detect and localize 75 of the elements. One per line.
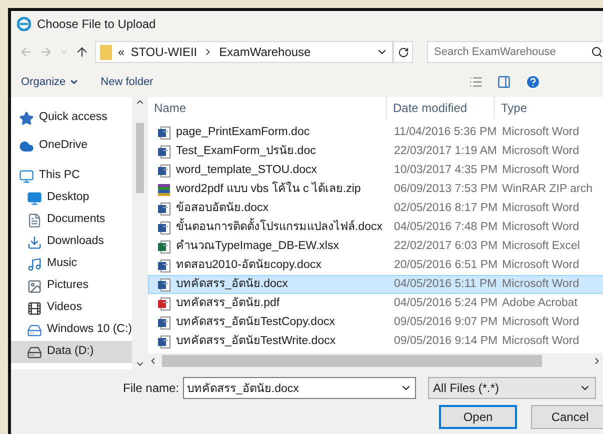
file-row[interactable]: Test_ExamForm_ปรนัย.doc 22/03/2017 1:19 AM Microsoft Word — [148, 142, 603, 161]
file-row[interactable]: ขั้นตอนการติดตั้งโปรแกรมแปลงไฟล์.docx 04/05/2016 7:48 PM Microsoft Word — [148, 218, 603, 237]
breadcrumb[interactable]: ExamWarehouse — [219, 43, 311, 61]
file-row[interactable]: บทคัดสรร_อัตนัย.docx 04/05/2016 5:11 PM Microsoft Word — [148, 275, 603, 294]
address-bar[interactable]: « STOU-WIEII ExamWarehouse — [95, 41, 393, 63]
type-cell-text: Microsoft Word — [501, 220, 580, 235]
file-row[interactable]: บทคัดสรร_อัตนัยTestWrite.docx 09/05/2016 9:14 PM Microsoft Word — [148, 332, 603, 351]
sidebar-item[interactable]: Downloads — [11, 231, 132, 253]
file-type-select[interactable]: All Files (*.*) — [428, 377, 596, 399]
file-row[interactable]: บทคัดสรร_อัตนัยTestCopy.docx 09/05/2016 9:07 PM Microsoft Word — [148, 313, 603, 332]
date-cell-text: 10/03/2017 4:35 PM — [393, 162, 496, 178]
dialog-button[interactable]: Cancel — [531, 405, 603, 429]
file-name: บทคัดสรร_อัตนัยTestWrite.docx — [176, 334, 336, 349]
path-overflow[interactable]: « — [118, 43, 125, 61]
sidebar-item[interactable]: Quick access — [11, 107, 132, 129]
file-name-field[interactable]: บทคัดสรร_อัตนัย.docx — [183, 377, 416, 399]
date-cell-text: 11/04/2016 5:36 PM — [393, 124, 496, 140]
type-cell-text: Microsoft Word — [501, 144, 580, 159]
sidebar-item[interactable]: Desktop — [11, 187, 132, 209]
file-row[interactable]: ทดสอบ2010-อัตนัยcopy.docx 20/05/2016 6:51 PM Microsoft Word — [148, 256, 603, 275]
type-cell-text: Microsoft Word — [501, 162, 580, 178]
sidebar-item[interactable]: Documents — [11, 209, 132, 231]
type-cell-text: Microsoft Word — [501, 124, 580, 140]
type-cell-text: Microsoft Word — [501, 258, 580, 273]
file-name: word_template_STOU.docx — [176, 162, 318, 178]
file-row[interactable]: word_template_STOU.docx 10/03/2017 4:35 PM Microsoft Word — [148, 161, 603, 180]
date-cell-text: 09/05/2016 9:07 PM — [393, 314, 496, 330]
file-name: word2pdf แบบ vbs โค้ใน c ได้เลย.zip — [176, 180, 361, 197]
new-folder-button[interactable]: New folder — [100, 74, 154, 90]
dialog-button[interactable]: Open — [439, 405, 517, 429]
file-row[interactable]: page_PrintExamForm.doc 11/04/2016 5:36 PM Microsoft Word — [148, 123, 603, 142]
sidebar-item[interactable]: Pictures — [11, 275, 132, 297]
file-row[interactable]: บทคัดสรร_อัตนัย.pdf 04/05/2016 5:24 PM Adobe Acrobat — [148, 294, 603, 313]
file-name: Test_ExamForm_ปรนัย.doc — [176, 144, 316, 159]
date-cell-text: 04/05/2016 5:24 PM — [393, 296, 496, 311]
file-row[interactable]: ข้อสอบอัตนัย.docx 02/05/2016 8:17 PM Microsoft Word — [148, 199, 603, 218]
type-cell-text: Microsoft Excel — [501, 238, 580, 254]
column-header[interactable]: Name — [148, 97, 387, 119]
type-cell-text: Adobe Acrobat — [501, 296, 578, 311]
sidebar-item[interactable]: Music — [11, 253, 132, 275]
organize-menu[interactable]: Organize — [21, 74, 79, 90]
file-name: ทดสอบ2010-อัตนัยcopy.docx — [176, 258, 322, 273]
file-name: คำนวณTypeImage_DB-EW.xlsx — [176, 238, 339, 254]
sidebar-item[interactable]: Videos — [11, 297, 132, 319]
sidebar-item[interactable]: OneDrive — [11, 135, 132, 157]
file-name: บทคัดสรร_อัตนัย.docx — [176, 276, 288, 292]
date-cell-text: 20/05/2016 6:51 PM — [393, 258, 496, 273]
date-cell-text: 06/09/2013 7:53 PM — [393, 182, 496, 197]
sidebar-item[interactable]: This PC — [11, 165, 132, 187]
file-row[interactable]: word2pdf แบบ vbs โค้ใน c ได้เลย.zip 06/09/2013 7:53 PM WinRAR ZIP arch — [148, 180, 603, 199]
type-cell-text: Microsoft Word — [501, 276, 580, 292]
file-name: page_PrintExamForm.doc — [176, 124, 310, 140]
column-header[interactable]: Date modified — [387, 97, 495, 119]
file-row[interactable]: คำนวณTypeImage_DB-EW.xlsx 22/02/2017 6:03 PM Microsoft Excel — [148, 237, 603, 256]
window-title: Choose File to Upload — [37, 16, 156, 33]
search-field[interactable]: Search ExamWarehouse — [427, 41, 603, 63]
date-cell-text: 02/05/2016 8:17 PM — [393, 200, 496, 216]
column-header[interactable]: Type — [495, 97, 528, 119]
sidebar-item[interactable]: Data (D:) — [11, 341, 132, 363]
date-cell-text: 09/05/2016 9:14 PM — [393, 334, 496, 349]
type-cell-text: Microsoft Word — [501, 334, 580, 349]
breadcrumb[interactable]: STOU-WIEII — [130, 43, 198, 61]
file-name: บทคัดสรร_อัตนัยTestCopy.docx — [176, 314, 335, 330]
date-cell-text: 22/02/2017 6:03 PM — [393, 238, 496, 254]
sidebar-item[interactable]: Windows 10 (C:) — [11, 319, 132, 341]
date-cell-text: 04/05/2016 5:11 PM — [393, 276, 496, 292]
field-label: File name: — [123, 380, 180, 397]
date-cell-text: 04/05/2016 7:48 PM — [393, 220, 496, 235]
date-cell-text: 22/03/2017 1:19 AM — [393, 144, 496, 159]
type-cell-text: Microsoft Word — [501, 200, 580, 216]
file-name: ข้อสอบอัตนัย.docx — [176, 200, 268, 216]
type-cell-text: Microsoft Word — [501, 314, 580, 330]
file-name: ขั้นตอนการติดตั้งโปรแกรมแปลงไฟล์.docx — [176, 218, 382, 236]
file-name: บทคัดสรร_อัตนัย.pdf — [176, 296, 280, 311]
type-cell-text: WinRAR ZIP arch — [501, 182, 593, 197]
